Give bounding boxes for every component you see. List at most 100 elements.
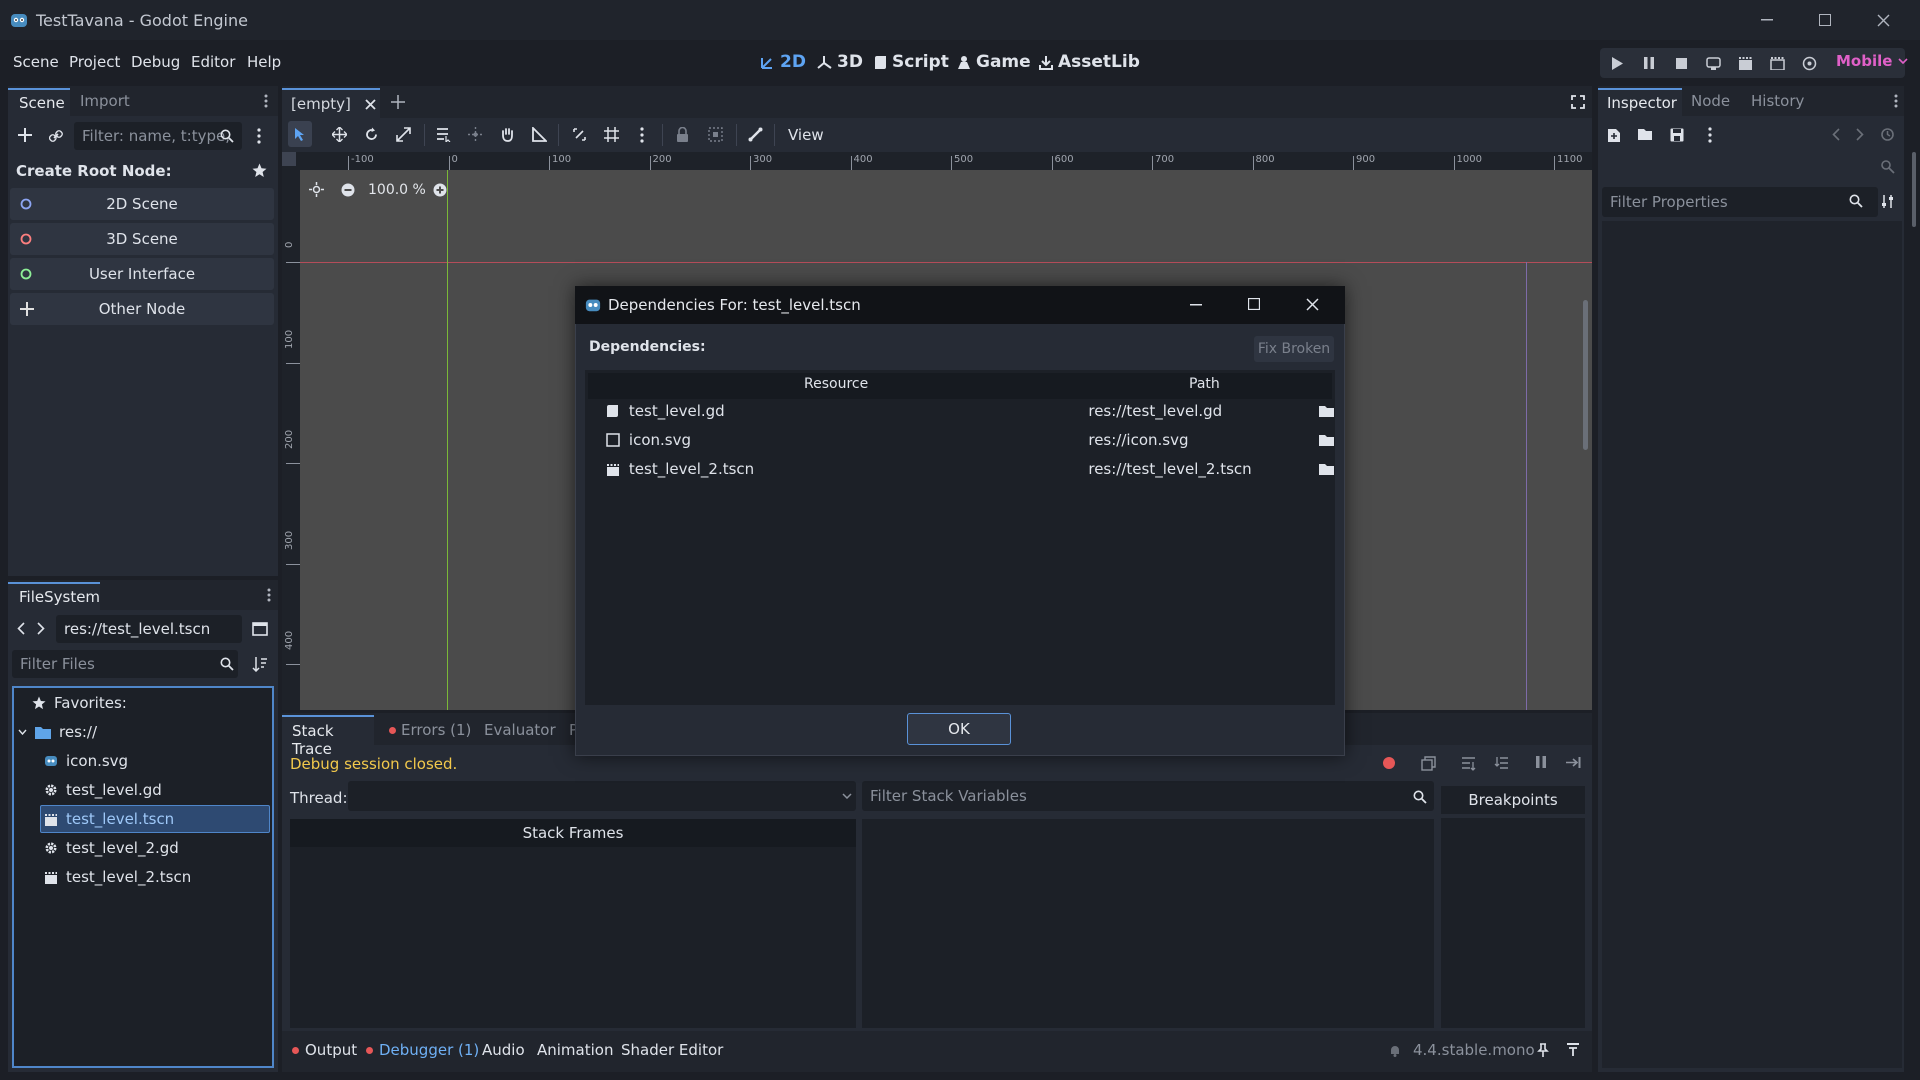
file-item-test-level-tscn[interactable]: test_level.tscn (44, 810, 174, 828)
scene-options-icon[interactable] (257, 128, 261, 144)
tab-errors[interactable]: Errors (1) (389, 721, 471, 739)
menu-scene[interactable]: Scene (13, 53, 59, 71)
file-item-test-level-2-tscn[interactable]: test_level_2.tscn (44, 868, 191, 886)
step-over-icon[interactable] (1494, 756, 1509, 771)
file-item-test-level-gd[interactable]: test_level.gd (44, 781, 162, 799)
list-select-icon[interactable] (436, 127, 451, 142)
grid-snap-icon[interactable] (604, 127, 619, 142)
zoom-in-icon[interactable] (433, 183, 447, 197)
pan-tool-icon[interactable] (500, 127, 515, 142)
sort-icon[interactable] (252, 656, 268, 672)
folder-icon[interactable] (1319, 434, 1334, 446)
folder-icon[interactable] (1319, 405, 1334, 417)
properties-filter-icon[interactable] (1880, 194, 1895, 209)
filter-files-input[interactable]: Filter Files (12, 650, 238, 678)
ruler-tool-icon[interactable] (532, 127, 547, 142)
snap-options-icon[interactable] (640, 127, 644, 143)
tab-audio[interactable]: Audio (482, 1041, 525, 1059)
menu-help[interactable]: Help (247, 53, 281, 71)
forward-arrow-icon[interactable] (37, 622, 45, 635)
zoom-level[interactable]: 100.0 % (368, 182, 426, 198)
root-2d-scene-button[interactable]: 2D Scene (10, 188, 274, 220)
new-resource-icon[interactable] (1607, 128, 1621, 143)
play-custom-scene-button[interactable] (1766, 52, 1788, 74)
history-back-icon[interactable] (1832, 128, 1840, 141)
tab-import[interactable]: Import (80, 92, 130, 110)
maximize-button[interactable] (1796, 0, 1854, 40)
filter-stack-variables-input[interactable]: Filter Stack Variables (862, 781, 1434, 811)
notification-icon[interactable] (1389, 1044, 1401, 1057)
workspace-script-button[interactable]: Script (874, 52, 949, 72)
add-node-icon[interactable] (18, 128, 32, 142)
tab-stack-trace[interactable]: Stack Trace (282, 715, 374, 758)
movie-maker-icon[interactable] (1798, 52, 1820, 74)
dependency-row[interactable]: test_level_2.tscn res://test_level_2.tsc… (604, 455, 1334, 483)
filesystem-path-field[interactable]: res://test_level.tscn (56, 615, 242, 643)
root-other-node-button[interactable]: Other Node (10, 293, 274, 325)
open-folder-icon[interactable] (1638, 128, 1653, 141)
dependency-row[interactable]: icon.svg res://icon.svg (604, 426, 1334, 454)
rotate-tool-icon[interactable] (364, 127, 379, 142)
tab-animation[interactable]: Animation (537, 1041, 613, 1059)
smart-snap-icon[interactable] (572, 127, 587, 142)
canvas-scrollbar[interactable] (1583, 300, 1588, 450)
record-icon[interactable] (1382, 756, 1396, 770)
center-view-icon[interactable] (309, 182, 324, 197)
dialog-minimize-button[interactable] (1190, 304, 1202, 306)
menu-project[interactable]: Project (69, 53, 120, 71)
inspector-kebab-icon[interactable] (1894, 94, 1898, 108)
save-icon[interactable] (1670, 128, 1684, 142)
object-history-icon[interactable] (1880, 127, 1895, 142)
history-forward-icon[interactable] (1856, 128, 1864, 141)
tab-evaluator[interactable]: Evaluator (484, 721, 556, 739)
continue-icon[interactable] (1566, 756, 1581, 769)
root-3d-scene-button[interactable]: 3D Scene (10, 223, 274, 255)
filesystem-kebab-icon[interactable] (267, 588, 271, 602)
favorite-star-icon[interactable] (252, 163, 267, 178)
dialog-close-button[interactable] (1306, 298, 1319, 311)
expand-panel-icon[interactable] (1566, 1043, 1580, 1056)
step-into-icon[interactable] (1461, 756, 1476, 771)
split-view-icon[interactable] (252, 622, 268, 636)
workspace-assetlib-button[interactable]: AssetLib (1039, 52, 1140, 72)
play-button[interactable] (1606, 52, 1628, 74)
kebab-menu-icon[interactable] (264, 94, 268, 108)
tab-inspector[interactable]: Inspector (1598, 88, 1682, 116)
property-search-options-icon[interactable] (1880, 159, 1895, 174)
scene-tab-empty[interactable]: [empty] (282, 88, 380, 118)
distraction-free-icon[interactable] (1571, 95, 1585, 109)
folder-icon[interactable] (1319, 463, 1334, 475)
menu-editor[interactable]: Editor (191, 53, 235, 71)
tab-output[interactable]: Output (292, 1041, 357, 1059)
workspace-3d-button[interactable]: 3D (817, 52, 863, 72)
tab-node[interactable]: Node (1691, 92, 1730, 110)
workspace-2d-button[interactable]: 2D (760, 52, 806, 72)
back-arrow-icon[interactable] (17, 622, 25, 635)
workspace-game-button[interactable]: Game (957, 52, 1031, 72)
tab-history[interactable]: History (1751, 92, 1804, 110)
scene-filter-input[interactable]: Filter: name, t:type, (74, 122, 242, 150)
favorites-item[interactable]: Favorites: (32, 694, 127, 712)
close-tab-icon[interactable] (365, 98, 376, 110)
remote-debug-icon[interactable] (1702, 52, 1724, 74)
pause-button[interactable] (1638, 52, 1660, 74)
ok-button[interactable]: OK (907, 713, 1011, 745)
play-scene-button[interactable] (1734, 52, 1756, 74)
root-user-interface-button[interactable]: User Interface (10, 258, 274, 290)
minimize-button[interactable] (1738, 0, 1796, 40)
select-tool-icon[interactable] (294, 127, 306, 141)
tab-shader-editor[interactable]: Shader Editor (621, 1041, 723, 1059)
break-icon[interactable] (1535, 756, 1547, 768)
pin-icon[interactable] (1537, 1043, 1549, 1057)
lock-icon[interactable] (676, 127, 689, 142)
tab-filesystem[interactable]: FileSystem (8, 582, 100, 610)
tab-scene[interactable]: Scene (8, 88, 70, 116)
resource-options-icon[interactable] (1708, 127, 1712, 143)
zoom-out-icon[interactable] (341, 183, 355, 197)
view-menu[interactable]: View (788, 126, 824, 144)
move-tool-icon[interactable] (332, 127, 347, 142)
copy-icon[interactable] (1421, 756, 1436, 771)
file-item-icon-svg[interactable]: icon.svg (44, 752, 128, 770)
scale-tool-icon[interactable] (396, 127, 411, 142)
dialog-maximize-button[interactable] (1248, 298, 1260, 310)
